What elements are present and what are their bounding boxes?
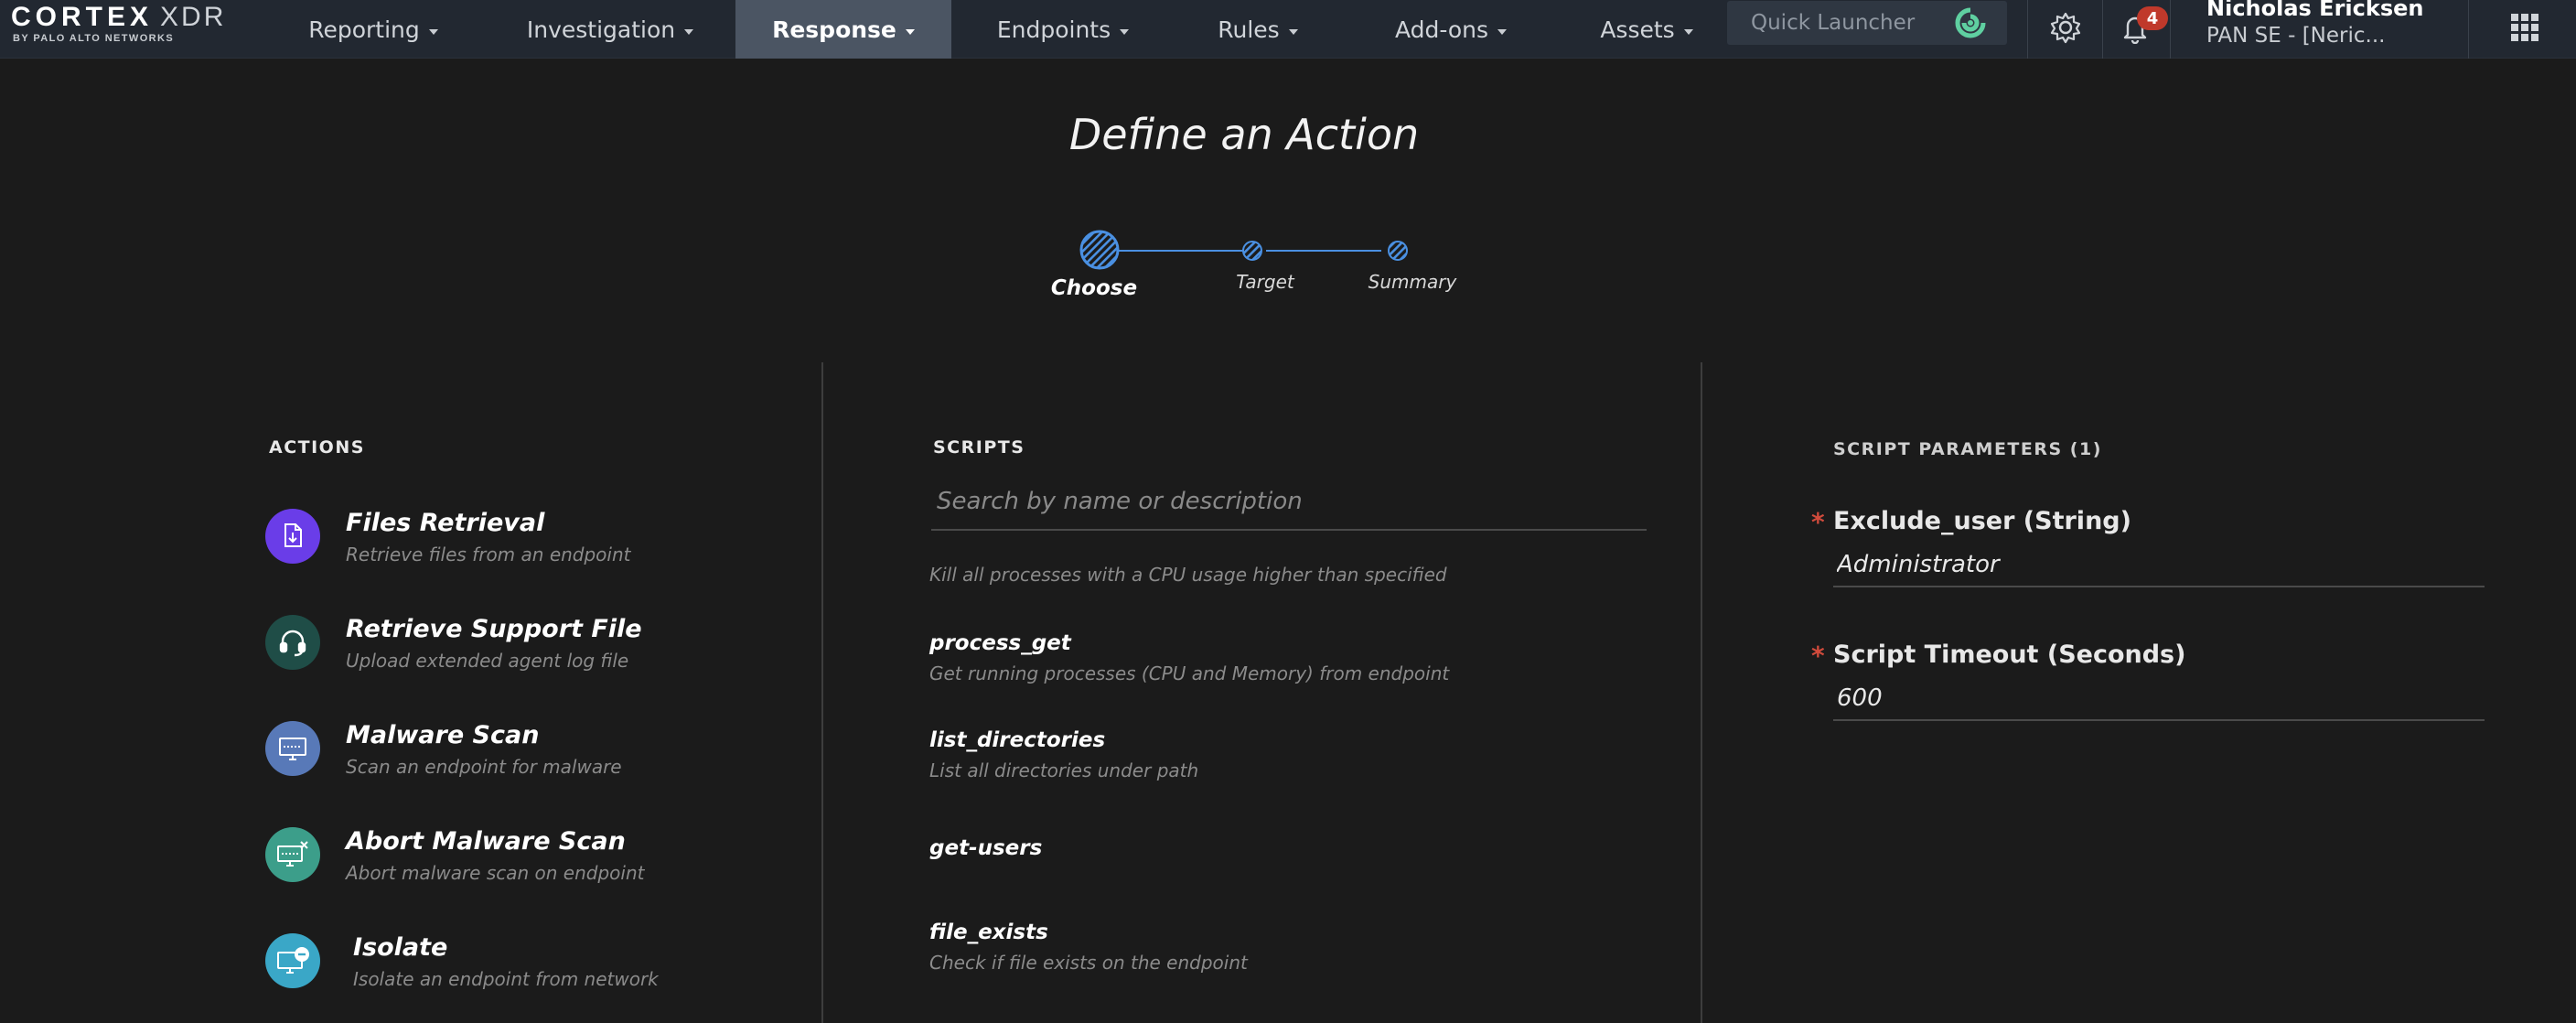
separator	[2170, 0, 2171, 59]
wizard-stepper: Choose Target Summary	[1043, 220, 1500, 311]
brand-product: XDR	[160, 2, 227, 32]
nav-label: Response	[772, 16, 896, 43]
separator	[2102, 0, 2103, 59]
nav-label: Reporting	[308, 16, 420, 43]
column-divider	[1701, 362, 1702, 1023]
exclude-user-field[interactable]	[1833, 544, 2485, 587]
quick-launcher	[1727, 1, 2007, 45]
nav-add-ons[interactable]: Add-ons	[1379, 0, 1522, 59]
step-label-choose[interactable]: Choose	[1051, 276, 1137, 300]
chevron-down-icon	[1497, 29, 1508, 35]
action-title: Retrieve Support File	[346, 615, 642, 643]
file-retrieval-icon	[265, 509, 320, 564]
action-description: Retrieve files from an endpoint	[346, 544, 631, 565]
script-file-exists[interactable]: file_exists Check if file exists on the …	[929, 921, 1661, 985]
script-get-users[interactable]: get-users	[929, 836, 1661, 900]
step-label-target[interactable]: Target	[1236, 271, 1293, 293]
quick-launcher-input[interactable]	[1727, 1, 1947, 45]
actions-heading: ACTIONS	[269, 437, 365, 458]
step-choose-circle[interactable]	[1079, 230, 1120, 270]
tenant-name: PAN SE - [Neric...	[2206, 24, 2386, 48]
action-description: Scan an endpoint for malware	[346, 756, 622, 778]
brand-name: CORTEX	[11, 2, 154, 32]
required-asterisk: *	[1811, 507, 1825, 537]
column-divider	[821, 362, 823, 1023]
action-abort-malware-scan[interactable]: Abort Malware Scan Abort malware scan on…	[265, 827, 814, 910]
action-title: Isolate	[353, 933, 448, 962]
scripts-heading: SCRIPTS	[933, 437, 1025, 458]
nav-label: Add-ons	[1394, 16, 1489, 43]
nav-label: Endpoints	[996, 16, 1111, 43]
chevron-down-icon	[905, 29, 915, 35]
grid-icon[interactable]	[2503, 5, 2547, 49]
required-asterisk: *	[1811, 641, 1825, 671]
user-menu[interactable]: Nicholas Ericksen PAN SE - [Neric...	[2206, 0, 2463, 49]
notification-count-badge: 4	[2137, 6, 2168, 30]
script-name: list_directories	[929, 728, 1106, 752]
user-name: Nicholas Ericksen	[2206, 0, 2424, 21]
quick-launcher-icon[interactable]	[1954, 6, 1987, 39]
gear-icon[interactable]	[2044, 5, 2088, 49]
action-title: Malware Scan	[346, 721, 540, 749]
action-isolate[interactable]: Isolate Isolate an endpoint from network	[265, 933, 814, 1016]
nav-endpoints[interactable]: Endpoints	[981, 0, 1145, 59]
script-search-input[interactable]	[931, 476, 1647, 527]
script-name: file_exists	[929, 921, 1048, 944]
action-malware-scan[interactable]: Malware Scan Scan an endpoint for malwar…	[265, 721, 814, 803]
action-retrieve-support-file[interactable]: Retrieve Support File Upload extended ag…	[265, 615, 814, 697]
action-files-retrieval[interactable]: Files Retrieval Retrieve files from an e…	[265, 509, 814, 591]
scan-monitor-icon	[265, 721, 320, 776]
headset-icon	[265, 615, 320, 670]
action-description: Abort malware scan on endpoint	[346, 862, 645, 884]
chevron-down-icon	[1288, 29, 1298, 35]
action-description: Upload extended agent log file	[346, 650, 629, 672]
script-description-partial: Kill all processes with a CPU usage high…	[929, 564, 1447, 586]
nav-response[interactable]: Response	[735, 0, 951, 59]
chevron-down-icon	[428, 29, 438, 35]
step-label-summary[interactable]: Summary	[1368, 271, 1457, 293]
script-description: Get running processes (CPU and Memory) f…	[929, 662, 1450, 684]
action-title: Abort Malware Scan	[346, 827, 626, 856]
script-name: get-users	[929, 836, 1043, 860]
action-description: Isolate an endpoint from network	[353, 968, 659, 990]
top-navigation-bar: CORTEX XDR BY PALO ALTO NETWORKS Reportin…	[0, 0, 2576, 59]
script-description: Check if file exists on the endpoint	[929, 952, 1248, 974]
page-title: Define an Action	[1068, 110, 1420, 159]
nav-label: Rules	[1218, 16, 1280, 43]
nav-label: Assets	[1600, 16, 1675, 43]
step-target-circle[interactable]	[1242, 241, 1262, 261]
isolate-monitor-icon	[265, 933, 320, 988]
nav-label: Investigation	[526, 16, 676, 43]
separator	[2027, 0, 2028, 59]
script-process-get[interactable]: process_get Get running processes (CPU a…	[929, 631, 1661, 695]
nav-reporting[interactable]: Reporting	[291, 0, 456, 59]
script-parameters-heading: SCRIPT PARAMETERS (1)	[1833, 439, 2102, 459]
param-label: Exclude_user (String)	[1833, 507, 2131, 535]
cortex-xdr-logo[interactable]: CORTEX XDR BY PALO ALTO NETWORKS	[11, 2, 249, 53]
abort-scan-icon	[265, 827, 320, 882]
script-list-directories[interactable]: list_directories List all directories un…	[929, 728, 1661, 792]
action-title: Files Retrieval	[346, 509, 545, 537]
separator	[2468, 0, 2469, 59]
step-summary-circle[interactable]	[1388, 241, 1408, 261]
chevron-down-icon	[684, 29, 694, 35]
stepper-track	[1079, 230, 1408, 270]
nav-rules[interactable]: Rules	[1198, 0, 1317, 59]
param-label: Script Timeout (Seconds)	[1833, 641, 2186, 669]
nav-investigation[interactable]: Investigation	[512, 0, 708, 59]
chevron-down-icon	[1120, 29, 1130, 35]
script-search	[931, 476, 1647, 531]
script-timeout-field[interactable]	[1833, 677, 2485, 721]
nav-assets[interactable]: Assets	[1581, 0, 1712, 59]
chevron-down-icon	[1683, 29, 1693, 35]
script-name: process_get	[929, 631, 1071, 655]
brand-tagline: BY PALO ALTO NETWORKS	[13, 33, 175, 44]
script-description: List all directories under path	[929, 759, 1199, 781]
